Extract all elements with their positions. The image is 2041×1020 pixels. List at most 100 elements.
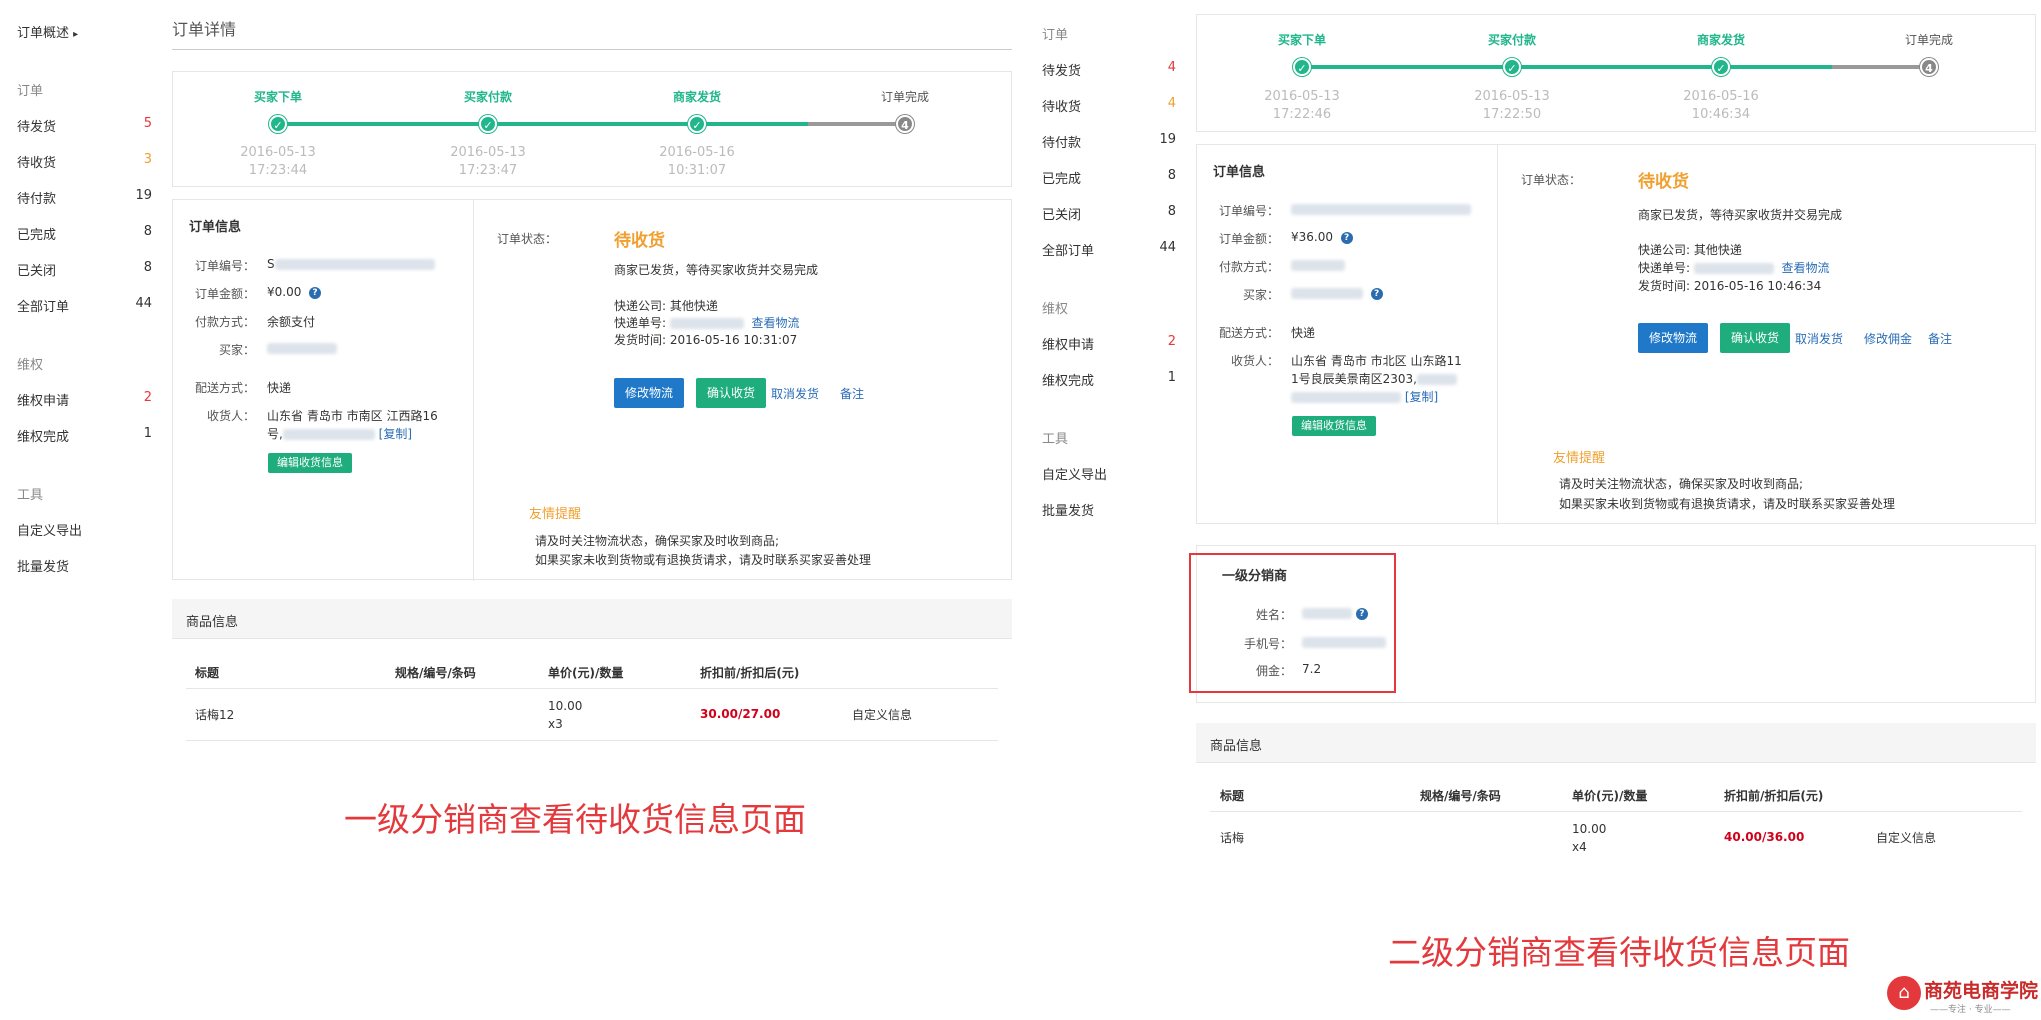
express-no: 快递单号: 查看物流 — [1638, 261, 1830, 275]
help-icon[interactable]: ? — [1355, 607, 1368, 620]
redacted — [1291, 260, 1345, 271]
sidebar-item-rights-apply[interactable]: 维权申请 — [1042, 334, 1094, 353]
sidebar-item-pending-pay[interactable]: 待付款 — [17, 188, 56, 207]
col-header: 折扣前/折扣后(元) — [700, 666, 800, 680]
edit-address-button[interactable]: 编辑收货信息 — [1292, 416, 1376, 436]
cancel-shipment-link[interactable]: 取消发货 — [1795, 330, 1843, 347]
confirm-receipt-button[interactable]: 确认收货 — [1720, 323, 1790, 353]
redacted — [1417, 374, 1457, 385]
sidebar-item-all-orders[interactable]: 全部订单 — [1042, 240, 1094, 259]
sidebar-item-rights-done[interactable]: 维权完成 — [17, 426, 69, 445]
buyer-label: 买家： — [1242, 288, 1279, 302]
status-value: 待收货 — [1638, 172, 1689, 192]
step-time: 10:46:34 — [1691, 107, 1751, 122]
sidebar-overview[interactable]: 订单概述 ▸ — [17, 22, 78, 41]
custom-info-link[interactable]: 自定义信息 — [1876, 830, 1936, 846]
check-icon: ✓ — [479, 115, 497, 133]
count-badge: 4 — [1167, 60, 1176, 75]
sidebar-item-closed[interactable]: 已关闭 — [17, 260, 56, 279]
redacted — [669, 318, 744, 329]
note-link[interactable]: 备注 — [840, 385, 864, 402]
sidebar-item-closed[interactable]: 已关闭 — [1042, 204, 1081, 223]
sidebar-item-batch-ship[interactable]: 批量发货 — [17, 556, 69, 575]
goods-unit-price: 10.00 — [1572, 822, 1607, 836]
order-progress: 买家下单 ✓ 2016-05-13 17:22:46 买家付款 ✓ 2016-0… — [1196, 14, 2036, 132]
sidebar-item-pending-pay[interactable]: 待付款 — [1042, 132, 1081, 151]
help-icon[interactable]: ? — [1370, 287, 1383, 300]
divider — [186, 688, 998, 689]
express-no: 快递单号: 查看物流 — [614, 316, 800, 330]
tip-line: 如果买家未收到货物或有退换货请求，请及时联系买家妥善处理 — [1559, 497, 1896, 511]
modify-commission-link[interactable]: 修改佣金 — [1864, 330, 1912, 347]
redacted — [274, 259, 435, 270]
sidebar-item-pending-ship[interactable]: 待发货 — [1042, 60, 1081, 79]
custom-info-link[interactable]: 自定义信息 — [852, 707, 912, 723]
sidebar-item-pending-ship[interactable]: 待发货 — [17, 116, 56, 135]
sidebar-item-rights-done[interactable]: 维权完成 — [1042, 370, 1094, 389]
divider — [172, 49, 1012, 50]
progress-line-done — [1302, 65, 1832, 69]
sidebar-item-pending-receive[interactable]: 待收货 — [1042, 96, 1081, 115]
redacted — [1302, 637, 1386, 648]
sidebar-item-completed[interactable]: 已完成 — [17, 224, 56, 243]
goods-qty: x4 — [1572, 840, 1587, 854]
count-badge: 44 — [1159, 240, 1176, 255]
ship-label: 配送方式： — [1218, 326, 1279, 340]
amount-label: 订单金额： — [194, 287, 255, 301]
modify-logistics-button[interactable]: 修改物流 — [614, 378, 684, 408]
confirm-receipt-button[interactable]: 确认收货 — [696, 378, 766, 408]
sidebar-item-completed[interactable]: 已完成 — [1042, 168, 1081, 187]
sidebar-section-tools: 工具 — [1042, 432, 1069, 447]
col-header: 标题 — [1220, 789, 1245, 803]
status-value: 待收货 — [614, 231, 665, 251]
view-logistics-link[interactable]: 查看物流 — [752, 316, 800, 330]
sidebar-item-custom-export[interactable]: 自定义导出 — [1042, 464, 1107, 483]
copy-link[interactable]: [复制] — [1405, 390, 1438, 404]
help-icon[interactable]: ? — [309, 286, 321, 299]
count-badge: 1 — [1167, 370, 1176, 385]
caption-right: 二级分销商查看待收货信息页面 — [1388, 933, 1850, 972]
col-header: 规格/编号/条码 — [395, 666, 476, 680]
col-header: 规格/编号/条码 — [1420, 789, 1501, 803]
tip-title: 友情提醒 — [1553, 451, 1606, 466]
help-icon[interactable]: ? — [1340, 231, 1353, 244]
copy-link[interactable]: [复制] — [379, 427, 412, 441]
tip-line: 请及时关注物流状态，确保买家及时收到商品; — [535, 534, 780, 548]
note-link[interactable]: 备注 — [1928, 330, 1952, 347]
receiver-label: 收货人： — [206, 409, 255, 423]
sidebar-item-all-orders[interactable]: 全部订单 — [17, 296, 69, 315]
amount-value: ¥0.00 ? — [267, 285, 321, 299]
check-icon: ✓ — [1712, 58, 1730, 76]
pay-value: 余额支付 — [267, 315, 316, 329]
goods-header: 商品信息 — [172, 599, 1012, 639]
step-date: 2016-05-13 — [450, 145, 526, 160]
goods-name: 话梅 — [1220, 831, 1245, 845]
sidebar-item-batch-ship[interactable]: 批量发货 — [1042, 500, 1094, 519]
modify-logistics-button[interactable]: 修改物流 — [1638, 323, 1708, 353]
edit-address-button[interactable]: 编辑收货信息 — [268, 453, 352, 473]
ship-label: 配送方式： — [194, 381, 255, 395]
sidebar-item-custom-export[interactable]: 自定义导出 — [17, 520, 82, 539]
step-time: 17:22:46 — [1272, 107, 1332, 122]
goods-title: 商品信息 — [1210, 739, 1263, 754]
col-header: 折扣前/折扣后(元) — [1724, 789, 1824, 803]
cancel-shipment-link[interactable]: 取消发货 — [771, 385, 819, 402]
count-badge: 5 — [143, 116, 152, 131]
phone-label: 手机号： — [1243, 637, 1292, 651]
step-label: 订单完成 — [1904, 33, 1953, 47]
step-date: 2016-05-13 — [1474, 89, 1550, 104]
count-badge: 4 — [1167, 96, 1176, 111]
step-time: 17:22:50 — [1482, 107, 1542, 122]
check-icon: ✓ — [1293, 58, 1311, 76]
step-label: 商家发货 — [1696, 33, 1745, 47]
divider — [186, 740, 998, 741]
buyer-label: 买家： — [218, 343, 255, 357]
sidebar-section-orders: 订单 — [1042, 28, 1069, 43]
view-logistics-link[interactable]: 查看物流 — [1782, 261, 1830, 275]
sidebar-item-rights-apply[interactable]: 维权申请 — [17, 390, 69, 409]
sidebar-item-pending-receive[interactable]: 待收货 — [17, 152, 56, 171]
divider — [1210, 811, 2022, 812]
goods-qty: x3 — [548, 717, 563, 731]
count-badge: 8 — [143, 260, 152, 275]
pay-label: 付款方式： — [194, 315, 255, 329]
